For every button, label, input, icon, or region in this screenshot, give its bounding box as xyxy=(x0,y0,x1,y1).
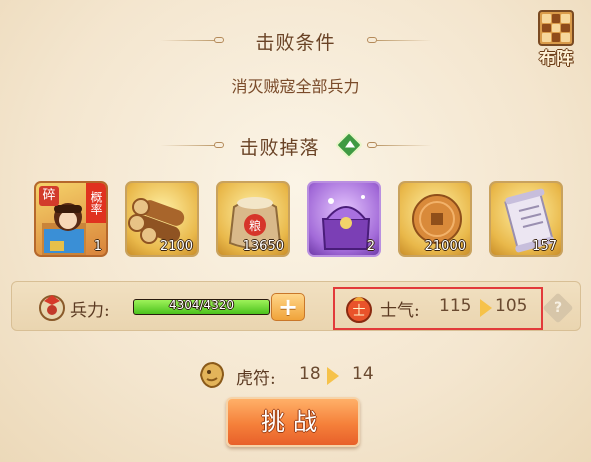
item-count: 21000 xyxy=(424,239,466,254)
tiger-tally-label: 虎符: xyxy=(236,364,276,389)
morale-label: 士气: xyxy=(380,296,420,321)
troops-icon xyxy=(39,295,65,321)
morale-icon: 士 xyxy=(346,297,372,323)
fragment-tag: 碎 xyxy=(39,186,59,206)
svg-text:士: 士 xyxy=(352,304,365,319)
tiger-tally-label-text: 虎符 xyxy=(236,369,270,389)
tiger-tally-arrow-icon xyxy=(327,367,339,385)
troops-label-text: 兵力 xyxy=(70,301,104,321)
troops-label: 兵力: xyxy=(70,296,110,321)
defeat-condition-description: 消灭贼寇全部兵力 xyxy=(231,77,360,96)
item-count: 1 xyxy=(93,239,102,254)
drop-item-wood[interactable]: 2100 xyxy=(125,181,199,257)
item-count: 13650 xyxy=(242,239,284,254)
add-troops-button[interactable]: + xyxy=(271,293,305,321)
tiger-tally-after: 14 xyxy=(352,364,374,384)
defeat-condition-title: 击败条件 xyxy=(255,32,336,54)
tiger-tally-colon: : xyxy=(270,369,276,389)
item-count: 2 xyxy=(366,239,375,254)
drop-item-purple-chest[interactable]: 2 xyxy=(307,181,381,257)
troops-value: 4304/4320 xyxy=(168,298,235,312)
item-count: 157 xyxy=(532,239,557,254)
tiger-tally-icon xyxy=(199,361,225,389)
drop-item-grain-sack[interactable]: 粮 13650 xyxy=(216,181,290,257)
troops-colon: : xyxy=(104,301,110,321)
help-icon[interactable]: ? xyxy=(542,292,574,324)
drop-item-scroll[interactable]: 157 xyxy=(489,181,563,257)
morale-current: 115 xyxy=(439,296,472,316)
morale-after: 105 xyxy=(495,296,528,316)
challenge-button[interactable]: 挑战 xyxy=(226,397,360,447)
drop-item-copper-coin[interactable]: 21000 xyxy=(398,181,472,257)
drop-item-hero-fragment[interactable]: 碎 概率 1 xyxy=(34,181,108,257)
help-glyph: ? xyxy=(553,300,563,316)
probability-tag: 概率 xyxy=(86,183,106,223)
item-count: 2100 xyxy=(159,239,193,254)
tiger-tally-current: 18 xyxy=(299,364,321,384)
morale-colon: : xyxy=(414,301,420,321)
morale-label-text: 士气 xyxy=(380,301,414,321)
morale-arrow-icon xyxy=(480,299,492,317)
grain-stamp-text: 粮 xyxy=(249,218,261,233)
defeat-drops-title: 击败掉落 xyxy=(239,137,320,159)
